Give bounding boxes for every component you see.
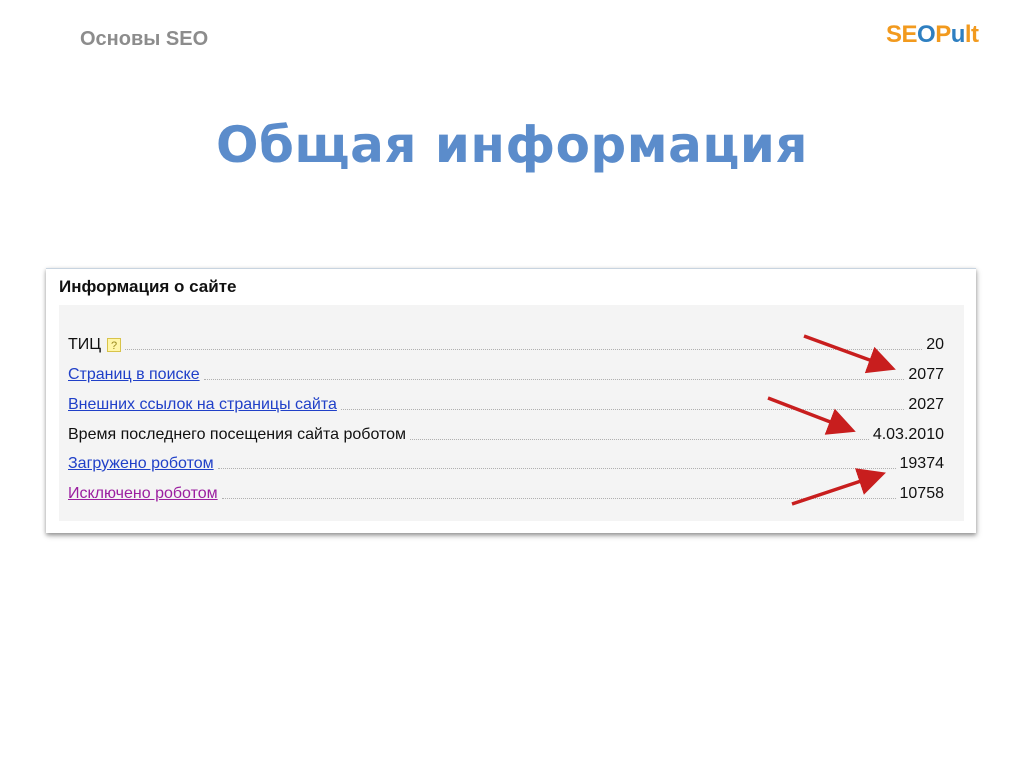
- panel-title: Информация о сайте: [59, 277, 237, 296]
- row-value: 2027: [908, 396, 944, 413]
- dot-leader: [221, 497, 896, 499]
- dot-leader: [125, 348, 923, 350]
- pages-in-search-link[interactable]: Страниц в поиске: [68, 366, 200, 384]
- row-tic: ТИЦ ? 20: [68, 332, 944, 354]
- row-pages-in-search: Страниц в поиске 2077: [68, 362, 944, 384]
- dot-leader: [340, 408, 905, 410]
- site-info-screenshot: Информация о сайте ТИЦ ? 20 Страниц в по…: [46, 268, 976, 533]
- row-value: 10758: [899, 485, 945, 502]
- dot-leader: [203, 378, 905, 380]
- external-links-link[interactable]: Внешних ссылок на страницы сайта: [68, 396, 337, 414]
- section-label: Основы SEO: [80, 28, 209, 50]
- row-loaded-by-robot: Загружено роботом 19374: [68, 451, 944, 473]
- row-value: 20: [926, 336, 944, 353]
- row-value: 2077: [908, 366, 944, 383]
- excluded-by-robot-link[interactable]: Исключено роботом: [68, 485, 218, 503]
- dot-leader: [217, 467, 896, 469]
- seopult-logo: SEOPult: [886, 21, 980, 48]
- row-external-links: Внешних ссылок на страницы сайта 2027: [68, 392, 944, 414]
- row-label: Время последнего посещения сайта роботом: [68, 426, 407, 443]
- question-mark-icon[interactable]: ?: [107, 338, 122, 352]
- svg-text:?: ?: [111, 340, 117, 352]
- dot-leader: [410, 438, 869, 440]
- row-value: 4.03.2010: [872, 426, 944, 443]
- slide: Основы SEO SEOPult Общая информация Инфо…: [0, 0, 1024, 768]
- logo-text: SEOPult: [886, 21, 979, 48]
- panel-body: ТИЦ ? 20 Страниц в поиске 2077 Внешних с…: [59, 305, 964, 521]
- row-excluded-by-robot: Исключено роботом 10758: [68, 481, 944, 503]
- loaded-by-robot-link[interactable]: Загружено роботом: [68, 455, 214, 473]
- slide-title: Общая информация: [215, 116, 809, 174]
- row-value: 19374: [899, 455, 945, 472]
- row-label: ТИЦ: [68, 336, 102, 353]
- row-last-visit: Время последнего посещения сайта роботом…: [68, 422, 944, 444]
